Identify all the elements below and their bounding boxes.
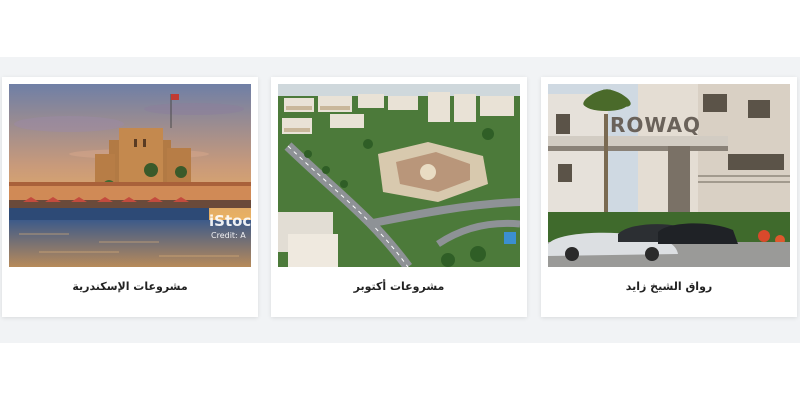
project-title-alexandria: مشروعات الإسكندرية	[72, 280, 188, 293]
alexandria-citadel-photo: iStoc Credit: A	[9, 84, 251, 267]
rowaq-sign-text: ROWAQ	[610, 113, 701, 137]
project-card-sheikh-zayed[interactable]: ROWAQ رواق الشيخ زايد	[541, 77, 797, 317]
project-card-alexandria[interactable]: iStoc Credit: A مشروعات الإسكندرية	[2, 77, 258, 317]
project-title-october: مشروعات أكتوبر	[353, 280, 445, 293]
watermark-brand-text: iStoc	[209, 212, 251, 230]
project-title-sheikh-zayed: رواق الشيخ زايد	[625, 280, 713, 293]
project-card-october[interactable]: مشروعات أكتوبر	[271, 77, 527, 317]
watermark-credit-text: Credit: A	[211, 231, 246, 240]
rowaq-sheikh-zayed-photo: ROWAQ	[548, 84, 790, 267]
october-development-photo	[278, 84, 520, 267]
